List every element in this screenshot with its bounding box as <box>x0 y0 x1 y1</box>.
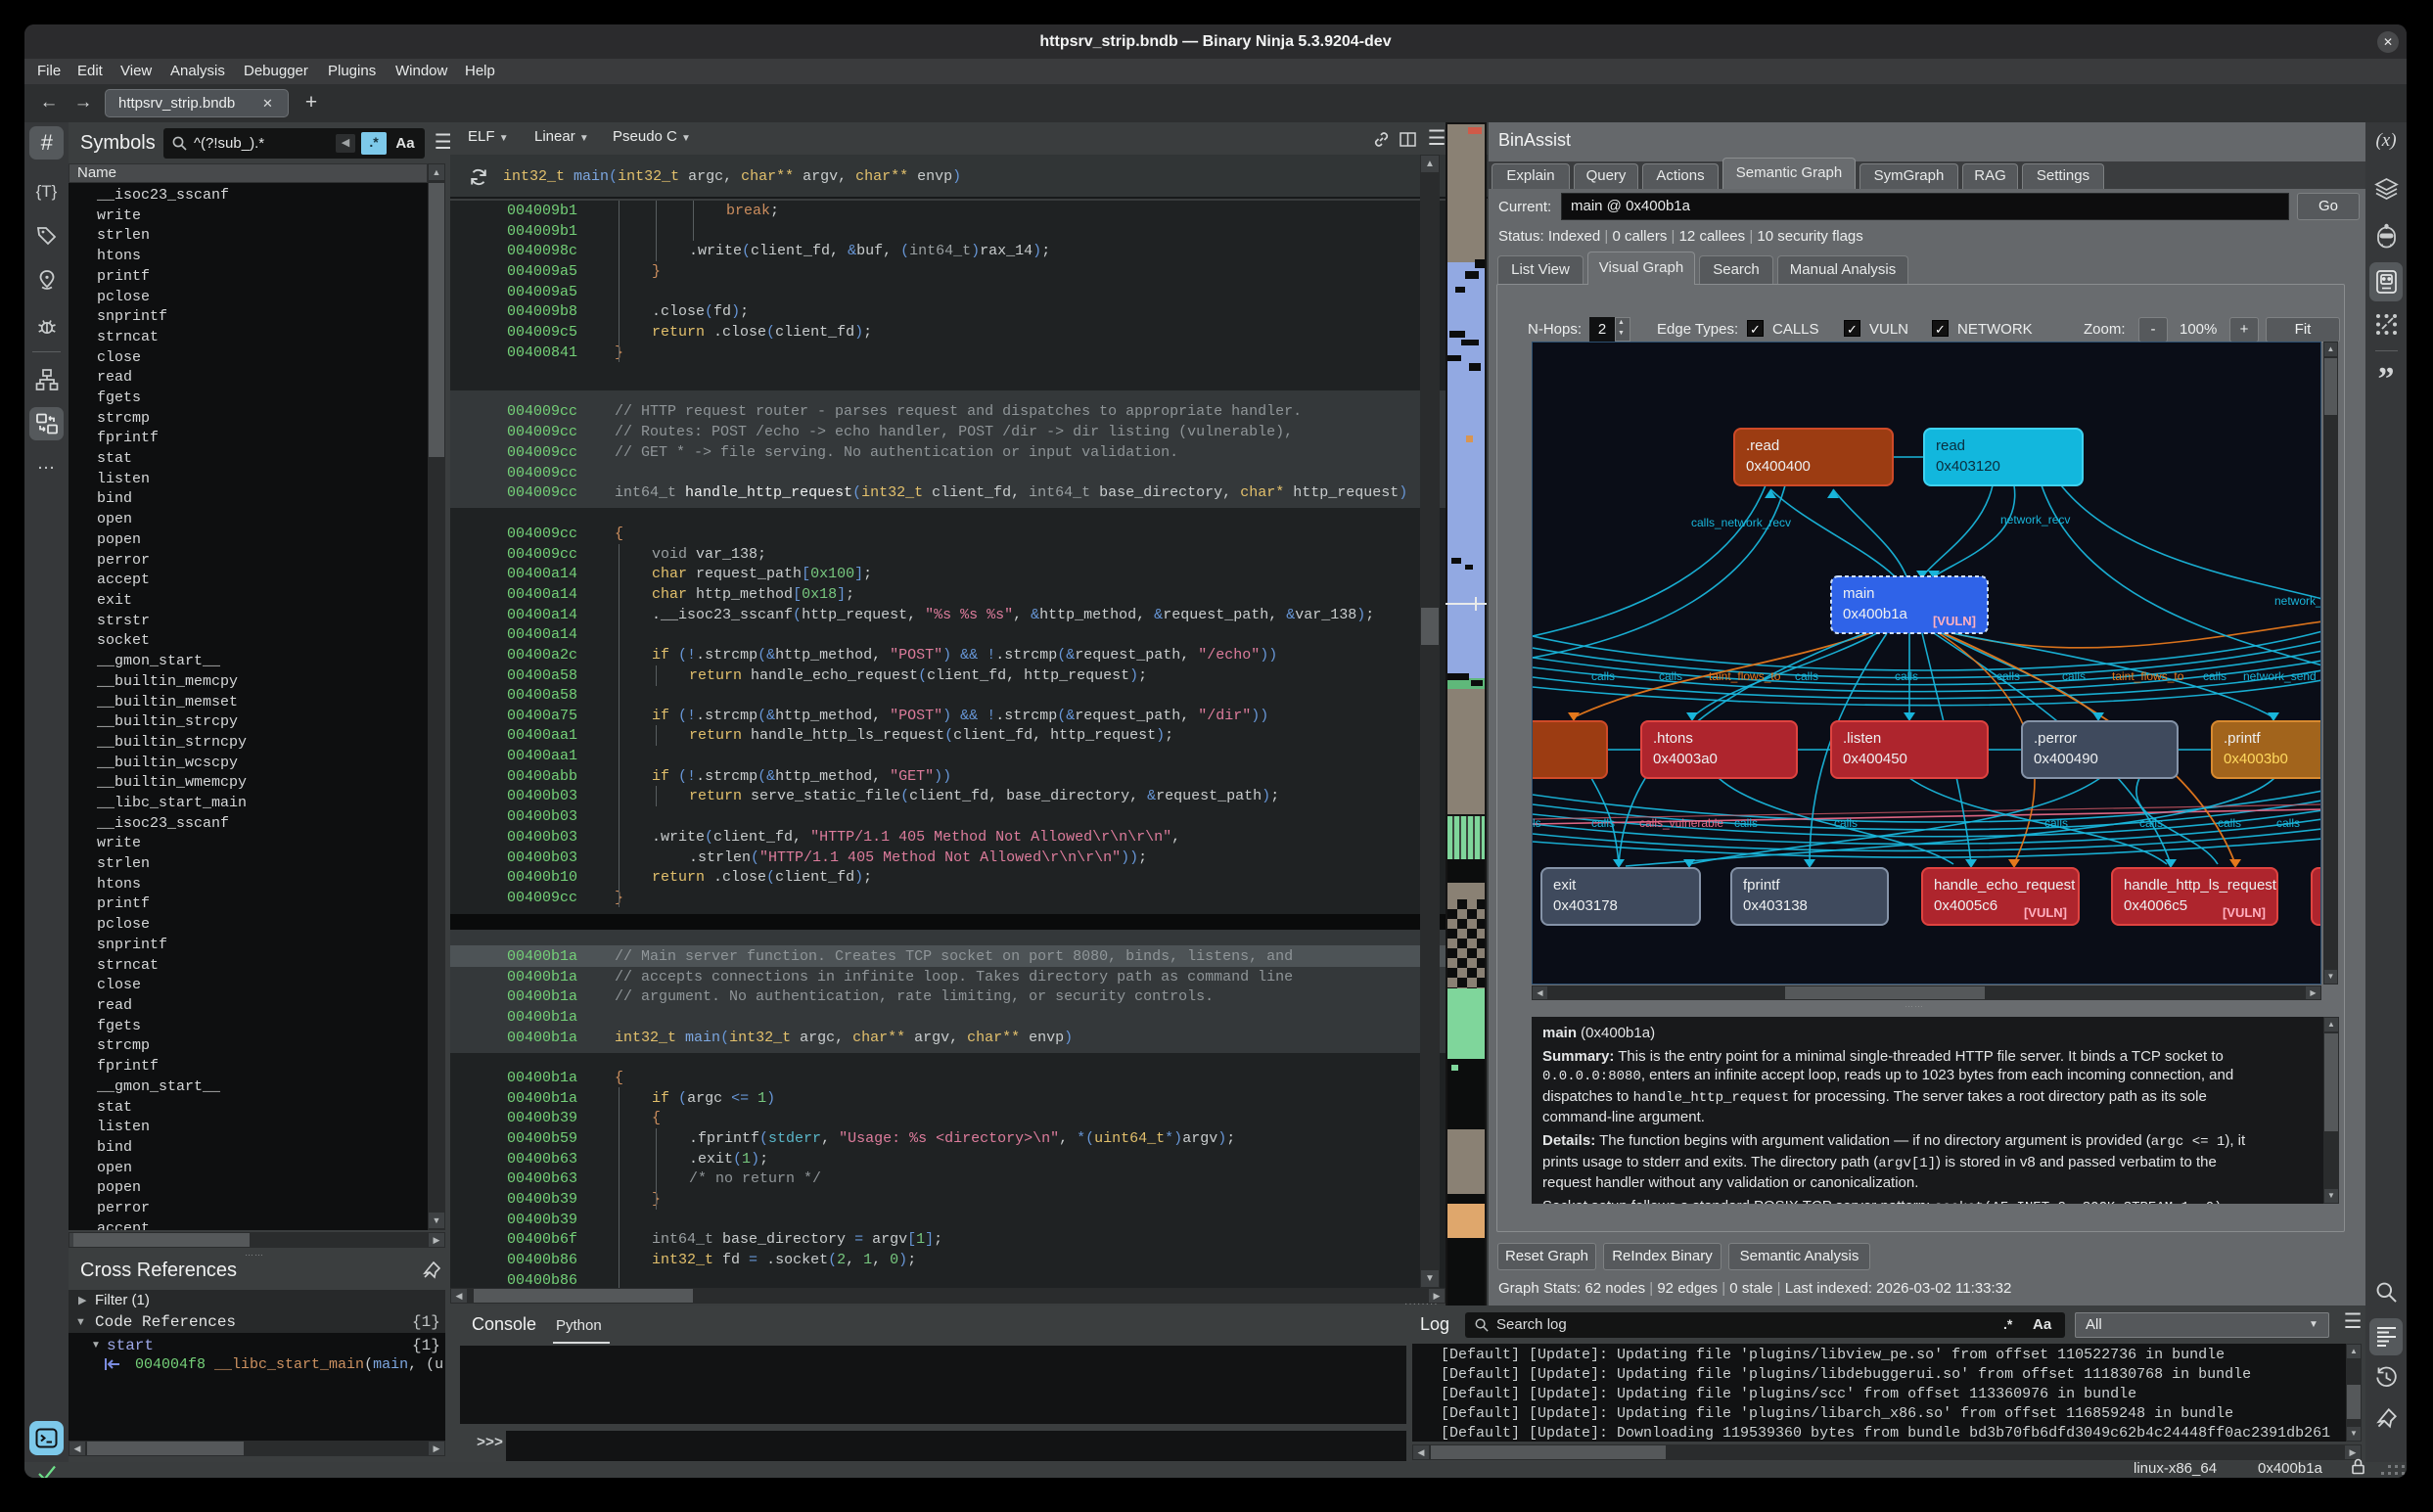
svg-text:[VULN]: [VULN] <box>2024 905 2067 920</box>
svg-text:0x4006c5: 0x4006c5 <box>2124 897 2187 914</box>
svg-text:0x403138: 0x403138 <box>1743 897 1808 914</box>
svg-text:0x4003b0: 0x4003b0 <box>2224 751 2288 767</box>
svg-text:calls: calls <box>2062 669 2086 683</box>
svg-text:exit: exit <box>1553 877 1577 893</box>
svg-text:.perror: .perror <box>2034 730 2077 747</box>
svg-text:[VULN]: [VULN] <box>2223 905 2266 920</box>
svg-text:network_recv: network_recv <box>2000 513 2070 527</box>
svg-text:taint_flows_to: taint_flows_to <box>2112 669 2184 683</box>
svg-text:0x400400: 0x400400 <box>1746 458 1811 475</box>
svg-text:0x4005c6: 0x4005c6 <box>1934 897 1997 914</box>
svg-text:taint_flows_to: taint_flows_to <box>1709 669 1781 683</box>
svg-text:calls: calls <box>2203 669 2226 683</box>
svg-text:0x4003a0: 0x4003a0 <box>1653 751 1718 767</box>
svg-text:calls: calls <box>2139 816 2163 830</box>
svg-text:0x403178: 0x403178 <box>1553 897 1618 914</box>
svg-text:calls: calls <box>1795 669 1818 683</box>
svg-text:.htons: .htons <box>1653 730 1693 747</box>
svg-text:main: main <box>1843 585 1875 602</box>
svg-text:.read: .read <box>1746 437 1779 454</box>
svg-text:[VULN]: [VULN] <box>1933 614 1976 628</box>
svg-text:handle_echo_request: handle_echo_request <box>1934 877 2076 893</box>
svg-text:calls: calls <box>1591 816 1615 830</box>
svg-text:calls: calls <box>1591 669 1615 683</box>
svg-text:fprintf: fprintf <box>1743 877 1780 893</box>
svg-text:0x400450: 0x400450 <box>1843 751 1907 767</box>
svg-text:0x400490: 0x400490 <box>2034 751 2098 767</box>
svg-text:calls: calls <box>2044 816 2068 830</box>
svg-text:calls_vulnerable: calls_vulnerable <box>1639 816 1723 830</box>
svg-text:calls: calls <box>1834 816 1858 830</box>
svg-text:.printf: .printf <box>2224 730 2261 747</box>
svg-text:network_send: network_send <box>2243 669 2317 683</box>
svg-text:calls: calls <box>1895 669 1918 683</box>
svg-text:calls_network_recv: calls_network_recv <box>1691 516 1791 529</box>
svg-text:calls: calls <box>1659 669 1682 683</box>
svg-text:ls: ls <box>1533 816 1541 830</box>
svg-text:network_: network_ <box>2274 594 2321 608</box>
svg-text:0x400b1a: 0x400b1a <box>1843 606 1908 622</box>
svg-text:calls: calls <box>2276 816 2300 830</box>
svg-text:calls: calls <box>2218 816 2241 830</box>
svg-text:calls: calls <box>1997 669 2020 683</box>
svg-text:calls: calls <box>1734 816 1758 830</box>
svg-text:.listen: .listen <box>1843 730 1881 747</box>
svg-text:read: read <box>1936 437 1965 454</box>
svg-text:handle_http_ls_request: handle_http_ls_request <box>2124 877 2277 893</box>
svg-text:0x403120: 0x403120 <box>1936 458 2000 475</box>
